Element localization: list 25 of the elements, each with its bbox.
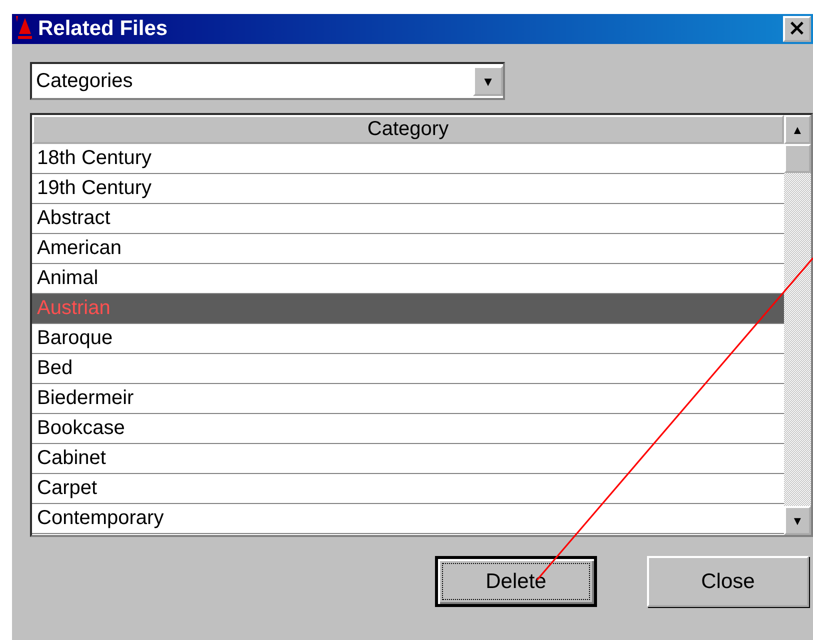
table-cell-text: 18th Century	[36, 147, 152, 170]
table-cell-text: Contemporary	[36, 507, 164, 530]
close-button[interactable]: ×	[783, 16, 811, 42]
table-cell-text: Baroque	[36, 327, 113, 350]
table-cell-text: Cabinet	[36, 447, 106, 470]
category-dropdown[interactable]: Categories ▼	[30, 62, 505, 100]
table-cell-text: Biedermeir	[36, 387, 134, 410]
scrollbar[interactable]: ▲ ▼	[784, 115, 811, 535]
table-cell-text: Austrian	[36, 297, 110, 320]
scroll-up-button[interactable]: ▲	[784, 115, 811, 144]
scroll-thumb[interactable]	[784, 144, 811, 173]
table-cell-text: Bookcase	[36, 417, 125, 440]
close-dialog-button[interactable]: Close	[647, 556, 809, 607]
delete-button[interactable]: Delete	[435, 556, 597, 607]
table-cell-text: 19th Century	[36, 177, 152, 200]
dropdown-arrow-button[interactable]: ▼	[473, 66, 503, 96]
cone-icon	[14, 16, 34, 42]
table-cell-text: Bed	[36, 357, 73, 380]
scroll-down-button[interactable]: ▼	[784, 506, 811, 535]
table-cell-text: Carpet	[36, 477, 98, 500]
column-header[interactable]: Category	[32, 115, 784, 144]
table-cell-text: Abstract	[36, 207, 110, 230]
table-cell-text: American	[36, 237, 122, 260]
table-cell-text: Animal	[36, 267, 98, 290]
window-title: Related Files	[38, 17, 168, 41]
